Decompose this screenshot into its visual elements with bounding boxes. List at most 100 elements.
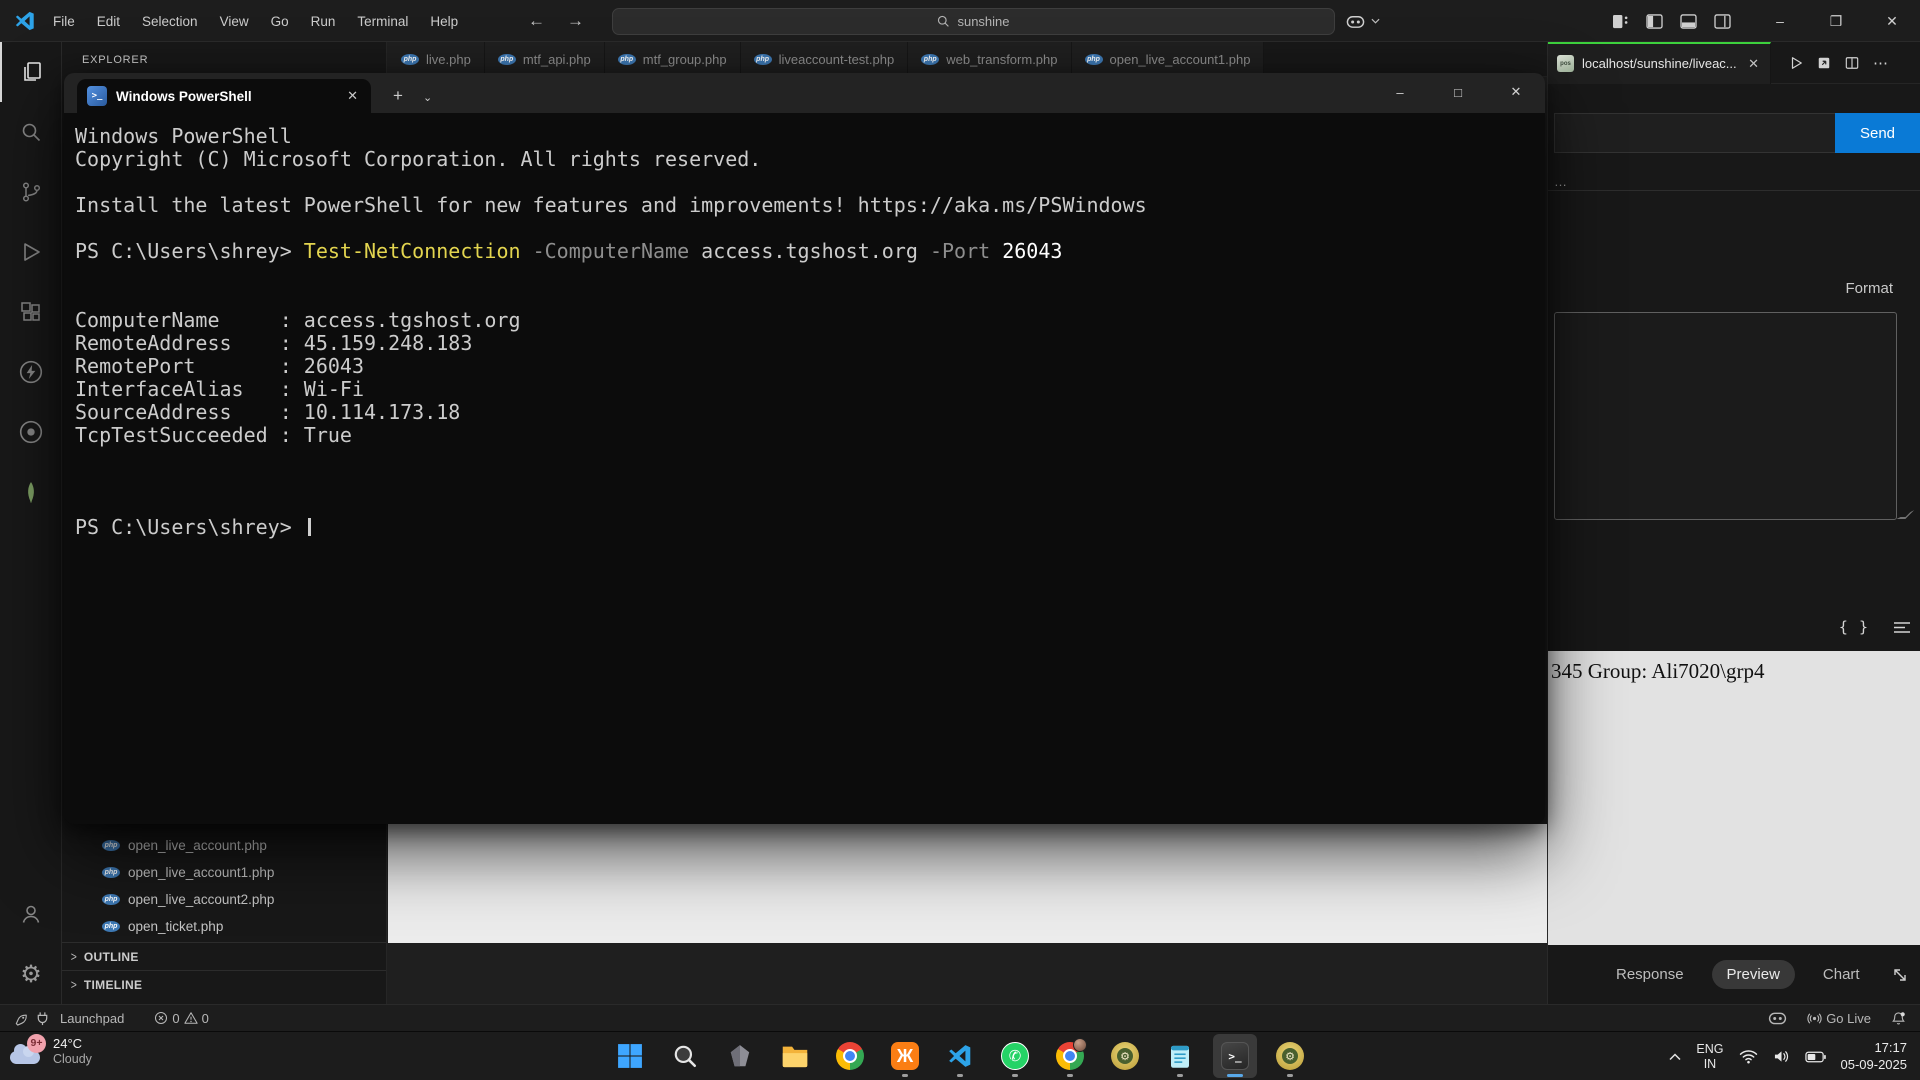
terminal-maximize-button[interactable]: □ (1435, 73, 1481, 111)
settings-button[interactable]: ⚙ (0, 944, 62, 1004)
file-item[interactable]: phpopen_live_account1.php (62, 859, 386, 886)
taskbar-file-explorer-icon[interactable] (773, 1034, 817, 1078)
toggle-secondary-sidebar-icon[interactable] (1714, 14, 1731, 29)
menu-go[interactable]: Go (260, 14, 300, 29)
sidebar-item-mongodb[interactable] (0, 462, 62, 522)
back-icon[interactable]: ← (528, 11, 545, 31)
raw-lines-icon[interactable] (1893, 621, 1911, 634)
terminal-output[interactable]: Windows PowerShellCopyright (C) Microsof… (64, 113, 1545, 539)
weather-widget[interactable]: 9+ 24°C Cloudy (10, 1036, 92, 1068)
editor-tab[interactable]: phpmtf_group.php (605, 42, 741, 76)
nav-arrows: ← → (528, 0, 584, 42)
language-indicator[interactable]: ENG IN (1696, 1042, 1723, 1071)
tab-response[interactable]: Response (1614, 960, 1686, 989)
terminal-tab[interactable]: >_ Windows PowerShell ✕ (77, 79, 371, 113)
minimize-button[interactable]: – (1752, 0, 1808, 42)
taskbar-chrome-icon[interactable] (828, 1034, 872, 1078)
menu-file[interactable]: File (42, 14, 86, 29)
toggle-sidebar-icon[interactable] (1646, 14, 1663, 29)
menu-edit[interactable]: Edit (86, 14, 131, 29)
hidden-icons-chevron[interactable] (1669, 1053, 1681, 1061)
wifi-icon[interactable] (1739, 1049, 1758, 1064)
sidebar-item-extensions[interactable] (0, 282, 62, 342)
editor-tab[interactable]: phpmtf_api.php (485, 42, 605, 76)
taskbar-terminal-icon[interactable]: >_ (1213, 1034, 1257, 1078)
taskbar-gem-app-icon[interactable] (718, 1034, 762, 1078)
close-tab-icon[interactable]: ✕ (1746, 56, 1761, 72)
forward-icon[interactable]: → (567, 11, 584, 31)
battery-icon[interactable] (1805, 1051, 1826, 1063)
close-terminal-tab-icon[interactable]: ✕ (344, 88, 361, 104)
menu-view[interactable]: View (209, 14, 260, 29)
copilot-group[interactable] (1346, 0, 1380, 42)
preview-actions: ⋯ (1789, 54, 1888, 72)
sidebar-item-search[interactable] (0, 102, 62, 162)
menu-run[interactable]: Run (300, 14, 347, 29)
section-outline[interactable]: >OUTLINE (62, 942, 386, 970)
taskbar-whatsapp-icon[interactable]: ✆ (993, 1034, 1037, 1078)
copilot-status-icon[interactable] (1768, 1011, 1787, 1025)
command-center-search[interactable]: sunshine (612, 8, 1335, 35)
taskbar-chrome-profile-icon[interactable] (1048, 1034, 1092, 1078)
terminal-tab-title: Windows PowerShell (116, 89, 335, 104)
toggle-panel-icon[interactable] (1680, 14, 1697, 29)
run-icon[interactable] (1789, 56, 1803, 70)
expand-diagonal-icon[interactable] (1892, 967, 1908, 983)
menu-selection[interactable]: Selection (131, 14, 209, 29)
bell-icon[interactable] (1891, 1011, 1906, 1026)
clock[interactable]: 17:17 05-09-2025 (1841, 1040, 1908, 1074)
editor-tab[interactable]: phplive.php (388, 42, 485, 76)
running-indicator (1012, 1074, 1018, 1077)
menu-terminal[interactable]: Terminal (346, 14, 419, 29)
terminal-close-button[interactable]: ✕ (1493, 73, 1539, 111)
terminal-minimize-button[interactable]: – (1377, 73, 1423, 111)
terminal-window-controls: – □ ✕ (1377, 73, 1545, 111)
taskbar-xampp-icon[interactable]: Ж (883, 1034, 927, 1078)
editor-tab[interactable]: phpliveaccount-test.php (741, 42, 909, 76)
restore-button[interactable]: ❐ (1808, 0, 1864, 42)
go-live-button[interactable]: Go Live (1803, 1011, 1875, 1026)
taskbar-search-icon[interactable] (663, 1034, 707, 1078)
tab-localhost-preview[interactable]: pos localhost/sunshine/liveac... ✕ (1548, 42, 1771, 84)
taskbar-trading-app-icon[interactable]: ⚙ (1103, 1034, 1147, 1078)
split-editor-icon[interactable] (1845, 56, 1859, 70)
braces-icon[interactable]: { } (1839, 618, 1869, 636)
tab-dropdown-icon[interactable]: ⌄ (423, 91, 432, 104)
close-button[interactable]: ✕ (1864, 0, 1920, 42)
account-button[interactable] (0, 884, 62, 944)
activity-bar: ⚙ (0, 42, 62, 1004)
file-item[interactable]: phpopen_ticket.php (62, 913, 386, 940)
taskbar-notepad-icon[interactable] (1158, 1034, 1202, 1078)
taskbar-vscode-icon[interactable] (938, 1034, 982, 1078)
more-actions-icon[interactable]: ⋯ (1873, 54, 1888, 72)
problems-status[interactable]: 0 0 (150, 1011, 212, 1026)
powershell-window[interactable]: >_ Windows PowerShell ✕ + ⌄ – □ ✕ Window… (64, 73, 1545, 824)
open-in-editor-icon[interactable] (1817, 56, 1831, 70)
textarea-resize-handle[interactable] (1897, 510, 1915, 519)
taskbar-trading-app-2-icon[interactable]: ⚙ (1268, 1034, 1312, 1078)
launchpad-status[interactable]: Launchpad (56, 1011, 128, 1026)
sidebar-item-run-debug[interactable] (0, 222, 62, 282)
sidebar-item-thunder-client[interactable] (0, 342, 62, 402)
customize-layout-icon[interactable] (1612, 14, 1629, 29)
url-input[interactable] (1554, 113, 1835, 153)
sidebar-item-live-server[interactable] (0, 402, 62, 462)
editor-tab-bar: phplive.phpphpmtf_api.phpphpmtf_group.ph… (388, 42, 1547, 77)
status-bar: Launchpad 0 0 Go Live (0, 1004, 1920, 1031)
sidebar-item-explorer[interactable] (0, 42, 62, 102)
file-item[interactable]: phpopen_live_account2.php (62, 886, 386, 913)
file-item[interactable]: phpopen_live_account.php (62, 832, 386, 859)
new-tab-button[interactable]: + (393, 86, 403, 106)
editor-tab[interactable]: phpweb_transform.php (908, 42, 1071, 76)
tab-chart[interactable]: Chart (1821, 960, 1862, 989)
terminal-titlebar[interactable]: >_ Windows PowerShell ✕ + ⌄ – □ ✕ (64, 73, 1545, 113)
tab-preview[interactable]: Preview (1712, 960, 1795, 989)
body-textarea[interactable] (1554, 312, 1897, 520)
section-timeline[interactable]: >TIMELINE (62, 970, 386, 998)
editor-tab[interactable]: phpopen_live_account1.php (1072, 42, 1265, 76)
send-button[interactable]: Send (1835, 113, 1920, 153)
menu-help[interactable]: Help (419, 14, 469, 29)
volume-icon[interactable] (1773, 1049, 1790, 1064)
sidebar-item-source-control[interactable] (0, 162, 62, 222)
taskbar-start-icon[interactable] (608, 1034, 652, 1078)
